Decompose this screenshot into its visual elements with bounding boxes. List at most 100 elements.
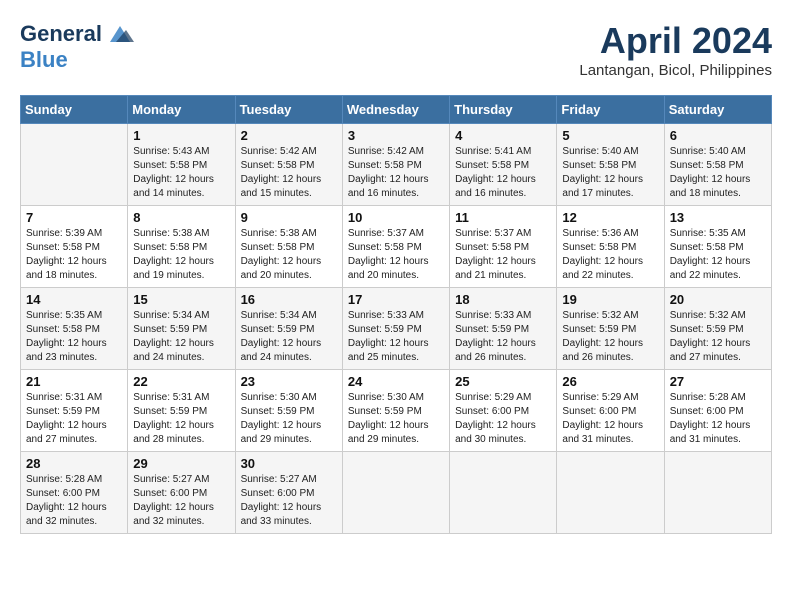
day-cell: 19 Sunrise: 5:32 AM Sunset: 5:59 PM Dayli…: [557, 288, 664, 370]
day-cell: 27 Sunrise: 5:28 AM Sunset: 6:00 PM Dayli…: [664, 370, 771, 452]
day-number: 15: [133, 292, 229, 307]
logo-text: General: [20, 22, 102, 46]
day-info: Sunrise: 5:39 AM Sunset: 5:58 PM Dayligh…: [26, 227, 122, 283]
day-info: Sunrise: 5:35 AM Sunset: 5:58 PM Dayligh…: [670, 227, 766, 283]
day-info: Sunrise: 5:32 AM Sunset: 5:59 PM Dayligh…: [670, 309, 766, 365]
day-number: 1: [133, 128, 229, 143]
day-info: Sunrise: 5:40 AM Sunset: 5:58 PM Dayligh…: [562, 145, 658, 201]
day-info: Sunrise: 5:30 AM Sunset: 5:59 PM Dayligh…: [348, 391, 444, 447]
day-cell: 4 Sunrise: 5:41 AM Sunset: 5:58 PM Daylig…: [450, 124, 557, 206]
day-number: 4: [455, 128, 551, 143]
day-info: Sunrise: 5:35 AM Sunset: 5:58 PM Dayligh…: [26, 309, 122, 365]
day-info: Sunrise: 5:32 AM Sunset: 5:59 PM Dayligh…: [562, 309, 658, 365]
day-number: 23: [241, 374, 337, 389]
calendar-table: SundayMondayTuesdayWednesdayThursdayFrid…: [20, 95, 772, 534]
day-cell: 12 Sunrise: 5:36 AM Sunset: 5:58 PM Dayli…: [557, 206, 664, 288]
day-cell: 29 Sunrise: 5:27 AM Sunset: 6:00 PM Dayli…: [128, 452, 235, 534]
day-cell: [664, 452, 771, 534]
day-number: 18: [455, 292, 551, 307]
day-cell: 11 Sunrise: 5:37 AM Sunset: 5:58 PM Dayli…: [450, 206, 557, 288]
day-number: 10: [348, 210, 444, 225]
day-info: Sunrise: 5:31 AM Sunset: 5:59 PM Dayligh…: [133, 391, 229, 447]
day-number: 13: [670, 210, 766, 225]
day-info: Sunrise: 5:28 AM Sunset: 6:00 PM Dayligh…: [26, 473, 122, 529]
day-number: 5: [562, 128, 658, 143]
header-cell-thursday: Thursday: [450, 96, 557, 124]
day-info: Sunrise: 5:41 AM Sunset: 5:58 PM Dayligh…: [455, 145, 551, 201]
week-row-4: 21 Sunrise: 5:31 AM Sunset: 5:59 PM Dayli…: [21, 370, 772, 452]
week-row-2: 7 Sunrise: 5:39 AM Sunset: 5:58 PM Daylig…: [21, 206, 772, 288]
day-cell: [21, 124, 128, 206]
day-number: 7: [26, 210, 122, 225]
day-info: Sunrise: 5:37 AM Sunset: 5:58 PM Dayligh…: [455, 227, 551, 283]
day-cell: [342, 452, 449, 534]
day-number: 11: [455, 210, 551, 225]
day-number: 21: [26, 374, 122, 389]
day-cell: [450, 452, 557, 534]
header-row: SundayMondayTuesdayWednesdayThursdayFrid…: [21, 96, 772, 124]
day-info: Sunrise: 5:31 AM Sunset: 5:59 PM Dayligh…: [26, 391, 122, 447]
day-number: 29: [133, 456, 229, 471]
day-cell: 1 Sunrise: 5:43 AM Sunset: 5:58 PM Daylig…: [128, 124, 235, 206]
day-info: Sunrise: 5:34 AM Sunset: 5:59 PM Dayligh…: [133, 309, 229, 365]
day-number: 20: [670, 292, 766, 307]
day-info: Sunrise: 5:28 AM Sunset: 6:00 PM Dayligh…: [670, 391, 766, 447]
day-info: Sunrise: 5:38 AM Sunset: 5:58 PM Dayligh…: [241, 227, 337, 283]
day-cell: 10 Sunrise: 5:37 AM Sunset: 5:58 PM Dayli…: [342, 206, 449, 288]
day-cell: 28 Sunrise: 5:28 AM Sunset: 6:00 PM Dayli…: [21, 452, 128, 534]
day-cell: 23 Sunrise: 5:30 AM Sunset: 5:59 PM Dayli…: [235, 370, 342, 452]
day-cell: 26 Sunrise: 5:29 AM Sunset: 6:00 PM Dayli…: [557, 370, 664, 452]
day-cell: 22 Sunrise: 5:31 AM Sunset: 5:59 PM Dayli…: [128, 370, 235, 452]
week-row-3: 14 Sunrise: 5:35 AM Sunset: 5:58 PM Dayli…: [21, 288, 772, 370]
logo: General Blue: [20, 20, 134, 72]
day-number: 19: [562, 292, 658, 307]
day-cell: 20 Sunrise: 5:32 AM Sunset: 5:59 PM Dayli…: [664, 288, 771, 370]
day-info: Sunrise: 5:38 AM Sunset: 5:58 PM Dayligh…: [133, 227, 229, 283]
day-cell: 18Sunrise: 5:33 AM Sunset: 5:59 PM Dayli…: [450, 288, 557, 370]
header-cell-monday: Monday: [128, 96, 235, 124]
header-cell-friday: Friday: [557, 96, 664, 124]
day-cell: 9Sunrise: 5:38 AM Sunset: 5:58 PM Daylig…: [235, 206, 342, 288]
day-info: Sunrise: 5:40 AM Sunset: 5:58 PM Dayligh…: [670, 145, 766, 201]
day-cell: 5 Sunrise: 5:40 AM Sunset: 5:58 PM Daylig…: [557, 124, 664, 206]
day-info: Sunrise: 5:27 AM Sunset: 6:00 PM Dayligh…: [241, 473, 337, 529]
day-cell: 24 Sunrise: 5:30 AM Sunset: 5:59 PM Dayli…: [342, 370, 449, 452]
day-number: 30: [241, 456, 337, 471]
day-number: 3: [348, 128, 444, 143]
day-cell: 21 Sunrise: 5:31 AM Sunset: 5:59 PM Dayli…: [21, 370, 128, 452]
day-info: Sunrise: 5:36 AM Sunset: 5:58 PM Dayligh…: [562, 227, 658, 283]
day-number: 28: [26, 456, 122, 471]
day-number: 17: [348, 292, 444, 307]
day-cell: 16 Sunrise: 5:34 AM Sunset: 5:59 PM Dayli…: [235, 288, 342, 370]
day-cell: [557, 452, 664, 534]
day-number: 25: [455, 374, 551, 389]
day-cell: 8Sunrise: 5:38 AM Sunset: 5:58 PM Daylig…: [128, 206, 235, 288]
day-cell: 13 Sunrise: 5:35 AM Sunset: 5:58 PM Dayli…: [664, 206, 771, 288]
day-number: 27: [670, 374, 766, 389]
day-number: 14: [26, 292, 122, 307]
day-cell: 2Sunrise: 5:42 AM Sunset: 5:58 PM Daylig…: [235, 124, 342, 206]
header-cell-sunday: Sunday: [21, 96, 128, 124]
day-info: Sunrise: 5:43 AM Sunset: 5:58 PM Dayligh…: [133, 145, 229, 201]
day-number: 16: [241, 292, 337, 307]
day-number: 24: [348, 374, 444, 389]
day-number: 26: [562, 374, 658, 389]
day-cell: 3 Sunrise: 5:42 AM Sunset: 5:58 PM Daylig…: [342, 124, 449, 206]
day-cell: 7 Sunrise: 5:39 AM Sunset: 5:58 PM Daylig…: [21, 206, 128, 288]
day-info: Sunrise: 5:29 AM Sunset: 6:00 PM Dayligh…: [562, 391, 658, 447]
day-number: 2: [241, 128, 337, 143]
day-info: Sunrise: 5:27 AM Sunset: 6:00 PM Dayligh…: [133, 473, 229, 529]
header-cell-wednesday: Wednesday: [342, 96, 449, 124]
day-info: Sunrise: 5:37 AM Sunset: 5:58 PM Dayligh…: [348, 227, 444, 283]
day-info: Sunrise: 5:34 AM Sunset: 5:59 PM Dayligh…: [241, 309, 337, 365]
day-cell: 25Sunrise: 5:29 AM Sunset: 6:00 PM Dayli…: [450, 370, 557, 452]
day-number: 22: [133, 374, 229, 389]
day-number: 12: [562, 210, 658, 225]
day-info: Sunrise: 5:42 AM Sunset: 5:58 PM Dayligh…: [348, 145, 444, 201]
week-row-1: 1 Sunrise: 5:43 AM Sunset: 5:58 PM Daylig…: [21, 124, 772, 206]
week-row-5: 28 Sunrise: 5:28 AM Sunset: 6:00 PM Dayli…: [21, 452, 772, 534]
day-info: Sunrise: 5:30 AM Sunset: 5:59 PM Dayligh…: [241, 391, 337, 447]
location: Lantangan, Bicol, Philippines: [579, 62, 772, 79]
page-header: General Blue April 2024 Lantangan, Bicol…: [20, 20, 772, 79]
day-cell: 30 Sunrise: 5:27 AM Sunset: 6:00 PM Dayli…: [235, 452, 342, 534]
